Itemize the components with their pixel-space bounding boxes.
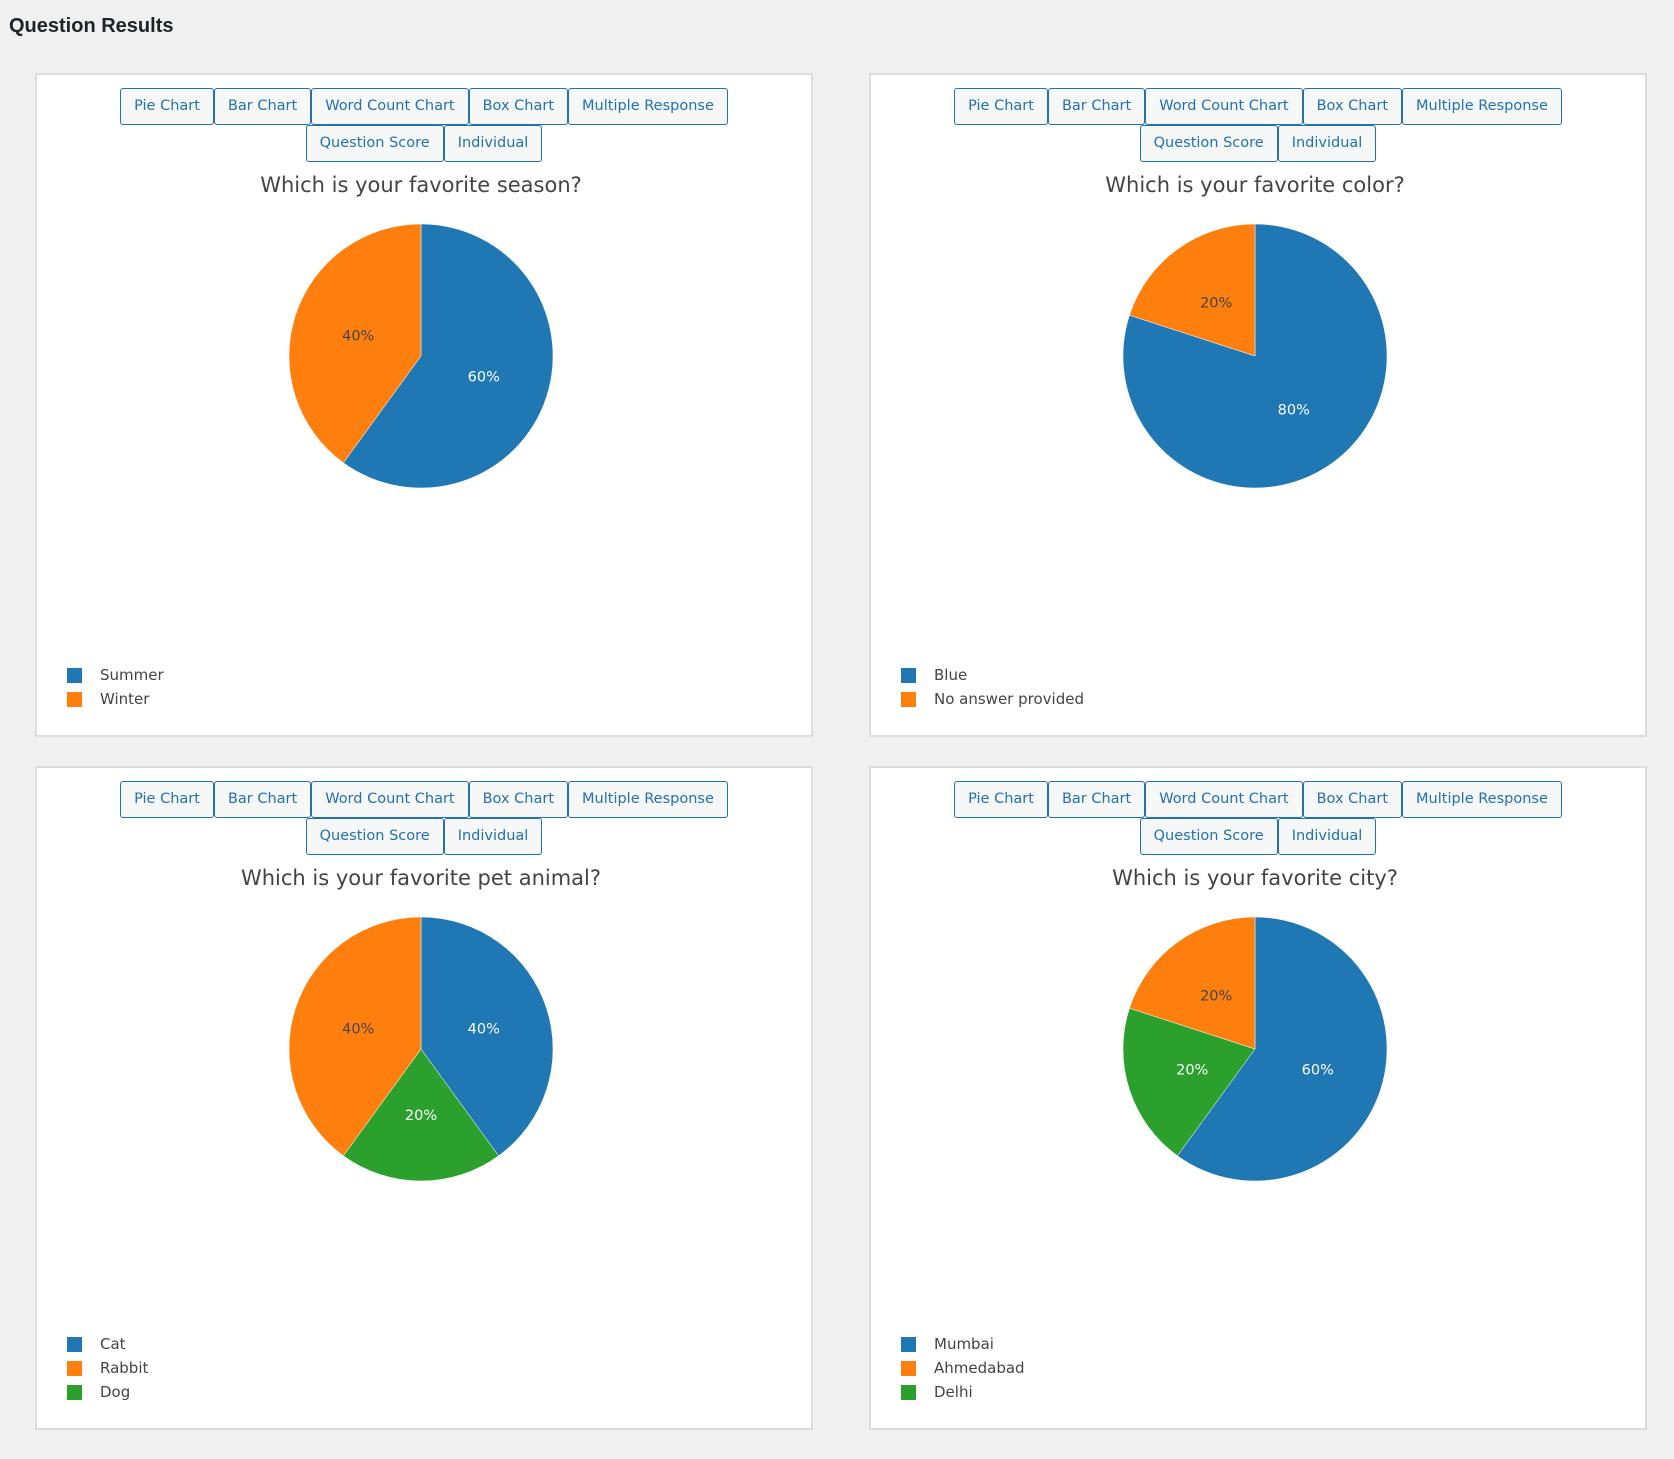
chart-title: Which is your favorite pet animal? [241, 866, 601, 890]
chart-title: Which is your favorite season? [260, 173, 582, 197]
legend-item[interactable]: Summer [67, 663, 164, 687]
legend-swatch [67, 1360, 82, 1376]
chart-legend: Cat Rabbit Dog [67, 1332, 148, 1404]
legend-swatch [901, 1384, 916, 1400]
legend-item[interactable]: Blue [901, 663, 1084, 687]
chart-legend: Mumbai Ahmedabad Delhi [901, 1332, 1025, 1404]
legend-item[interactable]: Rabbit [67, 1356, 148, 1380]
chart-title: Which is your favorite color? [1105, 173, 1404, 197]
legend-item[interactable]: Winter [67, 687, 164, 711]
legend-label: Cat [100, 1335, 126, 1353]
legend-swatch [67, 1336, 82, 1352]
legend-swatch [67, 667, 82, 683]
legend-label: Winter [100, 690, 150, 708]
slice-label: 80% [1278, 402, 1310, 418]
slice-label: 40% [468, 1022, 500, 1038]
slice-label: 20% [1200, 989, 1232, 1005]
pie-chart: Which is your favorite season? 60% 40% [260, 173, 582, 489]
legend-label: Dog [100, 1383, 131, 1401]
question-panel-color: Pie Chart Bar Chart Word Count Chart Box Ch… [869, 73, 1647, 737]
legend-label: Mumbai [934, 1335, 994, 1353]
legend-label: Blue [934, 666, 968, 684]
pie-chart: Which is your favorite pet animal? 40% 20%… [241, 866, 601, 1182]
legend-label: Rabbit [100, 1359, 149, 1377]
page-title: Question Results [9, 15, 174, 37]
legend-item[interactable]: Mumbai [901, 1332, 1025, 1356]
legend-item[interactable]: Dog [67, 1380, 148, 1404]
legend-item[interactable]: No answer provided [901, 687, 1084, 711]
legend-swatch [67, 1384, 82, 1400]
chart-title: Which is your favorite city? [1112, 866, 1398, 890]
slice-label: 40% [342, 329, 374, 345]
slice-label: 20% [1176, 1062, 1208, 1078]
pie-chart: Which is your favorite city? 60% 20% 20% [1112, 866, 1398, 1182]
legend-item[interactable]: Delhi [901, 1380, 1025, 1404]
slice-label: 40% [342, 1022, 374, 1038]
question-panel-pet-animal: Pie Chart Bar Chart Word Count Chart Box Ch… [35, 766, 813, 1430]
legend-item[interactable]: Cat [67, 1332, 148, 1356]
legend-swatch [901, 691, 916, 707]
slice-label: 60% [1302, 1062, 1334, 1078]
question-panel-season: Pie Chart Bar Chart Word Count Chart Box Ch… [35, 73, 813, 737]
legend-swatch [901, 1360, 916, 1376]
legend-label: No answer provided [934, 690, 1084, 708]
slice-label: 60% [468, 369, 500, 385]
legend-swatch [901, 667, 916, 683]
legend-item[interactable]: Ahmedabad [901, 1356, 1025, 1380]
slice-label: 20% [405, 1108, 437, 1124]
legend-swatch [901, 1336, 916, 1352]
chart-legend: Blue No answer provided [901, 663, 1084, 711]
legend-label: Ahmedabad [934, 1359, 1025, 1377]
question-panel-city: Pie Chart Bar Chart Word Count Chart Box Ch… [869, 766, 1647, 1430]
legend-swatch [67, 691, 82, 707]
legend-label: Summer [100, 666, 164, 684]
slice-label: 20% [1200, 296, 1232, 312]
legend-label: Delhi [934, 1383, 973, 1401]
pie-chart: Which is your favorite color? 80% 20% [1105, 173, 1405, 489]
chart-legend: Summer Winter [67, 663, 164, 711]
